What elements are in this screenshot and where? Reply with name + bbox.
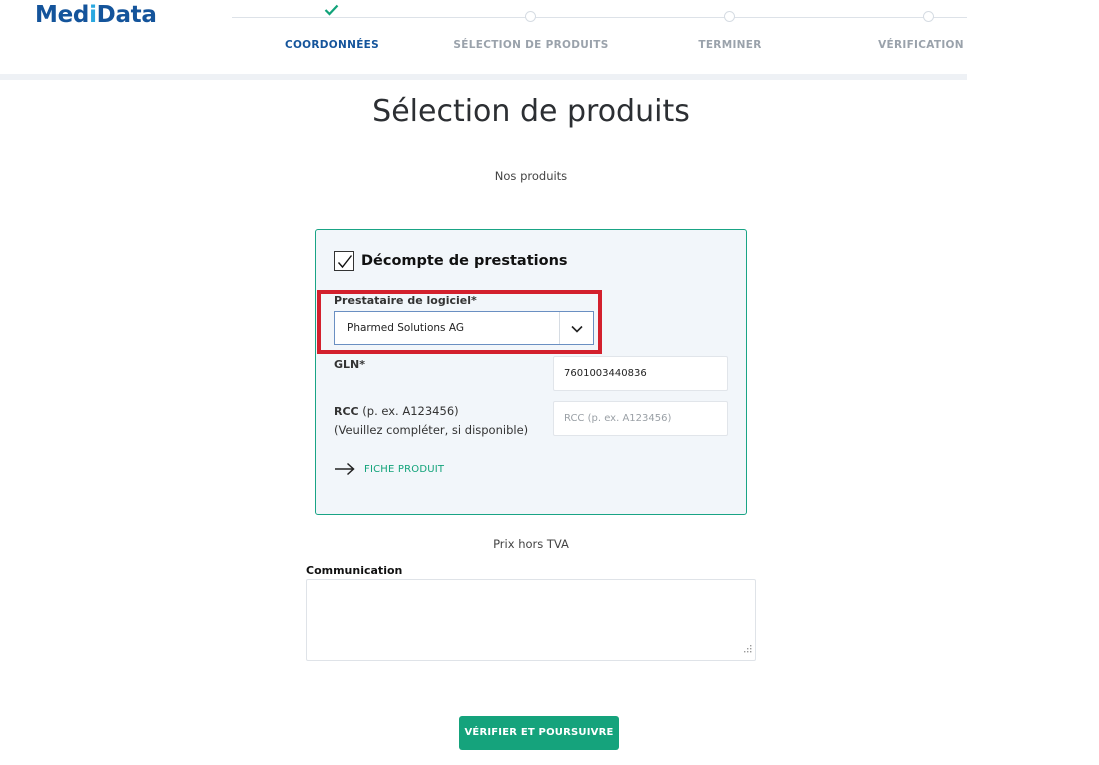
step-dot-icon — [525, 11, 536, 22]
gln-input[interactable]: 7601003440836 — [553, 356, 728, 391]
step-dot-icon — [724, 11, 735, 22]
rcc-placeholder: RCC (p. ex. A123456) — [564, 413, 672, 424]
step-dot-icon — [923, 11, 934, 22]
header: MediData COORDONNÉES SÉLECTION DE PRODUI… — [0, 0, 967, 74]
product-checkbox[interactable] — [334, 251, 354, 271]
step-label: COORDONNÉES — [284, 39, 380, 51]
step-label: TERMINER — [698, 39, 762, 51]
highlight-box — [317, 290, 602, 354]
resize-grip-icon[interactable] — [743, 638, 752, 657]
medidata-logo[interactable]: MediData — [35, 2, 157, 28]
communication-textarea[interactable] — [306, 579, 756, 661]
gln-value: 7601003440836 — [564, 368, 647, 379]
product-card: Décompte de prestations Prestataire de l… — [315, 229, 747, 515]
stepper-track — [232, 17, 967, 18]
checkbox-check-icon — [337, 255, 353, 269]
step-label: VÉRIFICATION SI — [878, 39, 967, 51]
header-divider — [0, 74, 967, 80]
step-label: SÉLECTION DE PRODUITS — [453, 39, 609, 51]
rcc-label: RCC (p. ex. A123456) (Veuillez compléter… — [334, 404, 529, 437]
page: MediData COORDONNÉES SÉLECTION DE PRODUI… — [0, 0, 967, 765]
verify-continue-button[interactable]: VÉRIFIER ET POURSUIVRE — [459, 716, 619, 750]
fiche-produit-link[interactable]: FICHE PRODUIT — [364, 464, 444, 475]
check-icon — [324, 4, 339, 20]
arrow-right-icon[interactable] — [334, 461, 356, 480]
products-subtitle: Nos produits — [494, 169, 568, 183]
communication-label: Communication — [306, 564, 403, 577]
gln-label: GLN* — [334, 358, 365, 371]
rcc-input[interactable]: RCC (p. ex. A123456) — [553, 401, 728, 436]
product-name: Décompte de prestations — [361, 253, 568, 269]
page-title: Sélection de produits — [372, 94, 690, 129]
pricing-note: Prix hors TVA — [493, 537, 569, 551]
